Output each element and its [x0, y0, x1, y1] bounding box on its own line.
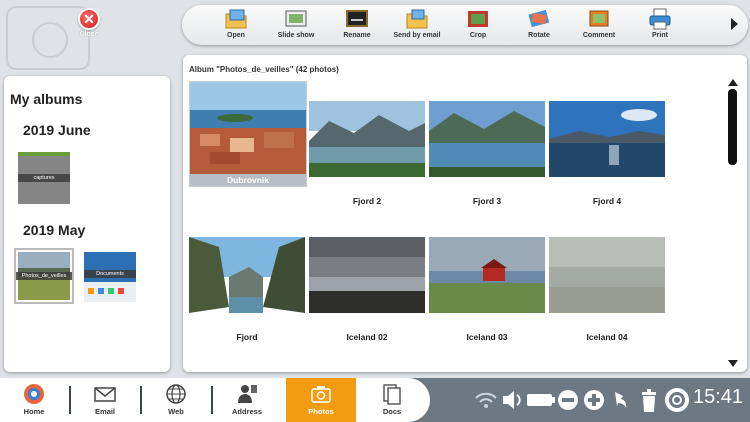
album-year-heading: 2019 June	[23, 122, 91, 138]
taskbar-divider	[211, 386, 213, 414]
photo-item-selected[interactable]: Dubrovnik	[189, 81, 307, 187]
photo-item[interactable]: Fjord	[189, 237, 305, 342]
photo-item[interactable]: Iceland 02	[309, 237, 425, 342]
scroll-down-arrow-icon[interactable]	[728, 360, 738, 367]
address-label: Address	[231, 407, 262, 416]
photo-caption: Fjord 4	[592, 196, 622, 206]
photo-caption: Fjord 3	[472, 196, 502, 206]
camera-icon	[311, 386, 331, 403]
photo-item[interactable]: Iceland 04	[549, 237, 665, 342]
photos-label: Photos	[308, 407, 334, 416]
print-button[interactable]: Print	[625, 8, 695, 39]
photo-thumbnail	[190, 82, 306, 174]
slideshow-icon	[285, 10, 307, 27]
photo-caption: Dubrovnik	[190, 174, 306, 186]
album-documents[interactable]: Documents	[84, 252, 136, 302]
scroll-thumb[interactable]	[728, 89, 737, 165]
album-label: captures	[18, 174, 70, 182]
help-lifebuoy-icon[interactable]	[665, 386, 689, 414]
home-label: Home	[23, 407, 45, 416]
album-year-heading: 2019 May	[23, 222, 86, 238]
taskbar-divider	[140, 386, 142, 414]
photo-thumbnail	[309, 101, 425, 177]
back-arrow-icon[interactable]	[611, 386, 631, 414]
docs-label: Docs	[382, 407, 402, 416]
zoom-in-icon[interactable]	[583, 386, 605, 414]
rename-icon	[346, 10, 368, 27]
albums-title: My albums	[10, 91, 83, 107]
photo-item[interactable]: Fjord 4	[549, 101, 665, 206]
photo-thumbnail	[549, 101, 665, 177]
album-captures[interactable]: captures	[18, 152, 70, 204]
home-icon	[24, 384, 44, 404]
taskbar-web[interactable]: Web	[146, 378, 206, 422]
photo-thumbnail	[549, 237, 665, 313]
photo-toolbar: Open Slide show Rename Send by email Cro…	[182, 5, 748, 45]
trash-icon[interactable]	[639, 386, 659, 414]
taskbar-docs[interactable]: Docs	[362, 378, 422, 422]
send-email-label: Send by email	[393, 32, 441, 39]
rotate-icon	[528, 9, 550, 28]
photo-thumbnail	[429, 101, 545, 177]
photo-caption: Fjord 2	[352, 196, 382, 206]
album-header: Album "Photos_de_veilles" (42 photos)	[189, 65, 339, 74]
toolbar-next-arrow-icon[interactable]	[731, 18, 738, 30]
photo-grid-panel: Album "Photos_de_veilles" (42 photos) Du…	[183, 55, 747, 372]
zoom-out-icon[interactable]	[557, 386, 579, 414]
comment-icon	[589, 10, 609, 27]
taskbar-photos[interactable]: Photos	[286, 378, 356, 422]
taskbar-email[interactable]: Email	[75, 378, 135, 422]
photo-item[interactable]: Iceland 03	[429, 237, 545, 342]
photo-thumbnail	[309, 237, 425, 313]
taskbar-home[interactable]: Home	[4, 378, 64, 422]
crop-icon	[468, 11, 488, 27]
album-label: Photos_de_veilles	[16, 272, 72, 280]
email-envelope-icon	[94, 387, 116, 402]
documents-icon	[383, 384, 401, 405]
taskbar-divider	[69, 386, 71, 414]
crop-button[interactable]: Crop	[443, 8, 513, 39]
clock: 15:41	[693, 386, 744, 408]
slideshow-button[interactable]: Slide show	[261, 8, 331, 39]
taskbar-address[interactable]: Address	[217, 378, 277, 422]
photo-caption: Iceland 03	[466, 332, 508, 342]
print-label: Print	[652, 32, 668, 39]
photo-caption: Fjord	[236, 332, 258, 342]
battery-icon	[527, 394, 555, 406]
web-label: Web	[168, 407, 184, 416]
comment-label: Comment	[582, 32, 616, 39]
close-label: Close	[79, 31, 99, 38]
open-folder-icon	[225, 9, 247, 29]
taskbar: Home Email Web Address Photos Docs 15:41	[0, 378, 750, 422]
close-button[interactable]: ✕ Close	[74, 8, 104, 44]
crop-label: Crop	[469, 32, 487, 39]
globe-icon	[166, 384, 186, 404]
close-icon: ✕	[78, 8, 100, 30]
comment-button[interactable]: Comment	[564, 8, 634, 39]
send-email-icon	[406, 9, 428, 29]
photo-caption: Iceland 02	[346, 332, 388, 342]
photo-caption: Iceland 04	[586, 332, 628, 342]
slideshow-label: Slide show	[277, 32, 315, 39]
printer-icon	[649, 8, 671, 30]
address-book-icon	[238, 385, 257, 403]
album-label: Documents	[84, 270, 136, 278]
email-label: Email	[94, 407, 115, 416]
photo-item[interactable]: Fjord 2	[309, 101, 425, 206]
photo-thumbnail	[429, 237, 545, 313]
photo-item[interactable]: Fjord 3	[429, 101, 545, 206]
albums-panel: My albums 2019 June captures 2019 May Ph…	[4, 76, 170, 372]
send-email-button[interactable]: Send by email	[382, 8, 452, 39]
album-photos-de-veilles[interactable]: Photos_de_veilles	[14, 248, 74, 304]
scrollbar[interactable]	[728, 79, 738, 367]
photo-thumbnail	[189, 237, 305, 313]
volume-icon[interactable]	[500, 386, 524, 414]
scroll-up-arrow-icon[interactable]	[728, 79, 738, 86]
wifi-icon[interactable]	[474, 386, 498, 414]
